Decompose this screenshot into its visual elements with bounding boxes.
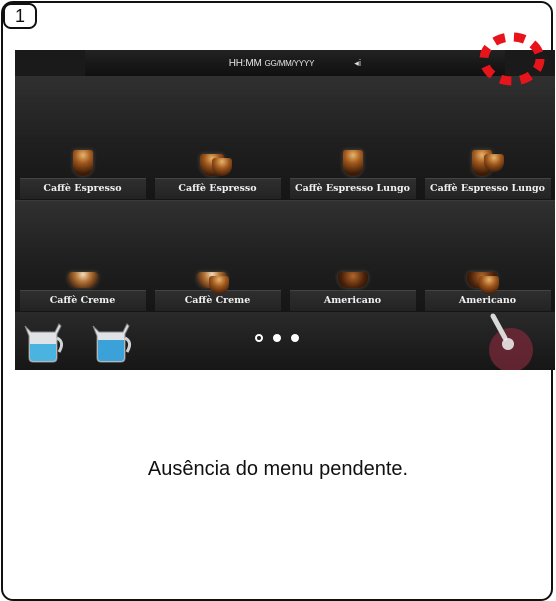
drink-button-caffe-espresso-lungo-1[interactable]: Caffè Espresso Lungo	[289, 134, 416, 199]
drink-label: Caffè Espresso	[19, 178, 146, 199]
double-espresso-lungo-cup-icon	[471, 150, 504, 176]
drink-button-caffe-creme-1[interactable]: Caffè Creme	[19, 246, 146, 311]
coffee-machine-screen: HH:MM GG/MM/YYYY ◂ⅰ Caffè Espresso Caffè …	[15, 50, 555, 370]
steam-wand-icon[interactable]	[481, 312, 541, 370]
drink-button-americano-1[interactable]: Americano	[289, 246, 416, 311]
drink-row-1: Caffè Espresso Caffè Espresso Caffè Espr…	[15, 134, 555, 199]
drink-label: Caffè Espresso Lungo	[424, 178, 551, 199]
espresso-lungo-cup-icon	[342, 150, 363, 176]
drink-row-2: Caffè Creme Caffè Creme Americano Americ…	[15, 246, 555, 311]
double-creme-cup-icon	[196, 272, 229, 294]
date-display: GG/MM/YYYY	[264, 58, 315, 68]
drink-label: Caffè Creme	[19, 290, 146, 311]
drink-label: Americano	[289, 290, 416, 311]
time-display: HH:MM	[228, 57, 262, 69]
page-dot-1[interactable]	[255, 334, 263, 342]
double-espresso-cup-icon	[199, 154, 232, 176]
drink-button-americano-2[interactable]: Americano	[424, 246, 551, 311]
caption-text: Ausência do menu pendente.	[147, 458, 409, 480]
page-dot-3[interactable]	[291, 334, 299, 342]
drink-button-caffe-espresso-lungo-2[interactable]: Caffè Espresso Lungo	[424, 134, 551, 199]
page-dot-2[interactable]	[273, 334, 281, 342]
drink-button-caffe-creme-2[interactable]: Caffè Creme	[154, 246, 281, 311]
creme-cup-icon	[67, 272, 98, 288]
espresso-cup-icon	[72, 150, 93, 176]
americano-cup-icon	[337, 272, 368, 288]
drink-button-caffe-espresso-1[interactable]: Caffè Espresso	[19, 134, 146, 199]
datetime-display: HH:MM GG/MM/YYYY	[228, 57, 315, 69]
status-bar: HH:MM GG/MM/YYYY ◂ⅰ	[85, 50, 505, 77]
step-number-badge: 1	[3, 3, 37, 29]
double-americano-cup-icon	[466, 272, 499, 294]
drink-label: Caffè Espresso Lungo	[289, 178, 416, 199]
drink-label: Caffè Espresso	[154, 178, 281, 199]
highlight-marker	[479, 32, 545, 86]
page-indicator[interactable]	[255, 334, 299, 342]
hot-water-jug-icon[interactable]	[89, 318, 135, 364]
speaker-icon[interactable]: ◂ⅰ	[354, 58, 361, 69]
milk-jug-icon[interactable]	[21, 318, 67, 364]
drink-button-caffe-espresso-2[interactable]: Caffè Espresso	[154, 134, 281, 199]
